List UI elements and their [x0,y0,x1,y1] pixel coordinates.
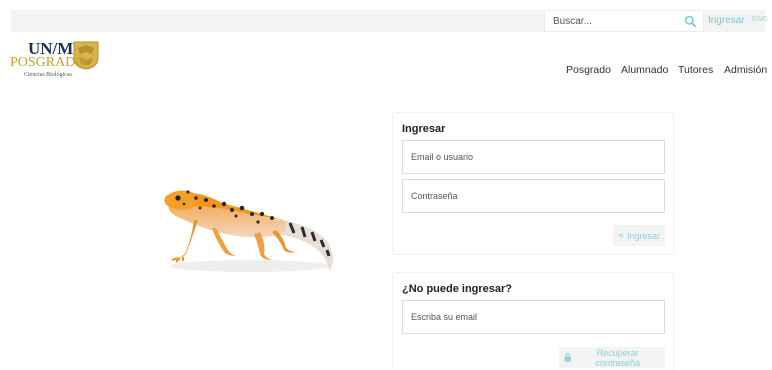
recover-email-field[interactable] [402,300,665,334]
username-field[interactable] [402,140,665,174]
lock-icon [564,353,571,362]
nav-item-tutores[interactable]: Tutores [678,64,713,76]
site-logo[interactable]: UN/M POSGRADO Ciencias Biológicas [10,39,102,85]
password-input[interactable] [411,191,651,201]
login-link[interactable]: Ingresar [708,15,745,26]
recover-panel-title: ¿No puede ingresar? [402,283,513,295]
login-button-label: Ingresar [626,230,660,241]
search-input[interactable] [553,15,673,27]
language-switch[interactable]: ENG [752,16,768,23]
top-bar: Ingresar ENG [11,10,768,32]
nav-item-posgrado[interactable]: Posgrado [566,64,611,76]
sign-in-icon [618,233,623,238]
username-input[interactable] [411,152,651,162]
recover-panel: ¿No puede ingresar? Recuperar contraseña [392,272,674,370]
login-panel: Ingresar Ingresar [392,112,674,255]
recover-button-label: Recuperar contraseña [595,347,641,368]
login-panel-title: Ingresar [402,123,446,135]
logo-subtitle: Ciencias Biológicas [24,72,72,78]
password-field[interactable] [402,179,665,213]
recover-email-input[interactable] [411,312,651,322]
nav-item-admision[interactable]: Admisión [724,64,767,76]
login-button[interactable]: Ingresar [613,225,665,246]
search-box [544,10,704,32]
gecko-image [164,190,333,272]
search-icon[interactable] [684,15,697,28]
logo-posgrado-text: POSGRADO [10,55,86,70]
nav-item-alumnado[interactable]: Alumnado [621,64,668,76]
recover-password-button[interactable]: Recuperar contraseña [559,347,665,368]
